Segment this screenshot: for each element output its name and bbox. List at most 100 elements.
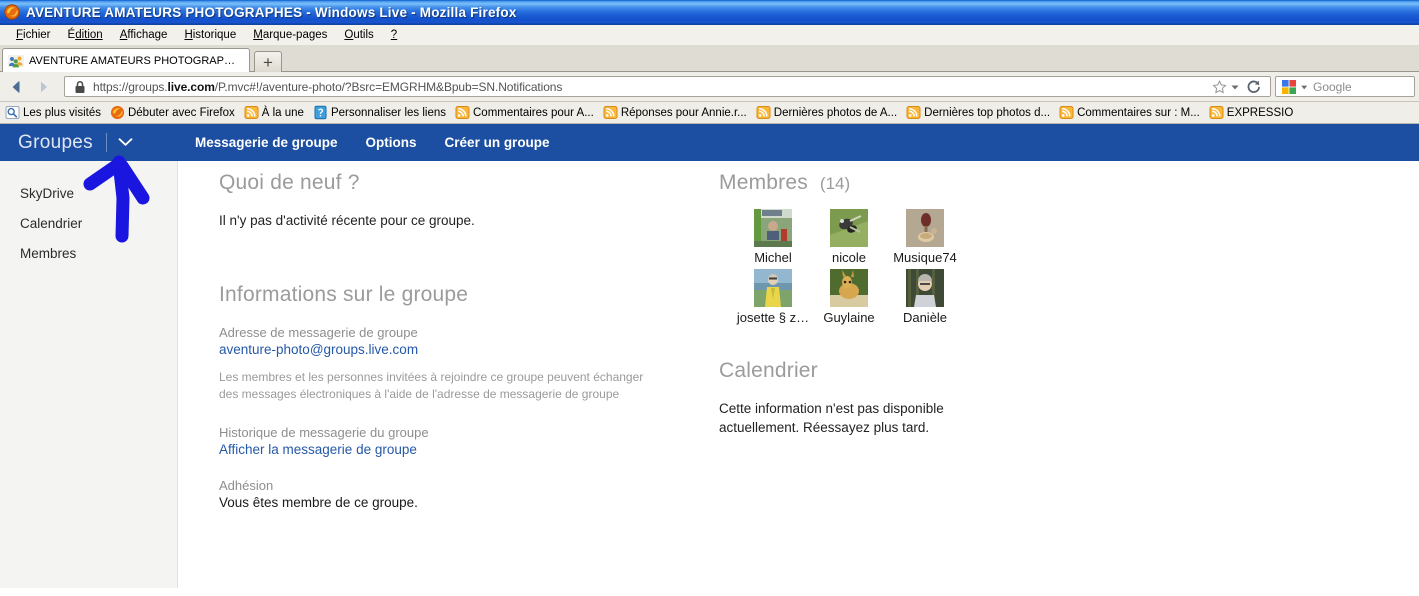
whats-new-heading: Quoi de neuf ? bbox=[219, 171, 360, 194]
bookmark-personnaliser-les-liens[interactable]: Personnaliser les liens bbox=[313, 105, 446, 120]
back-button[interactable] bbox=[4, 75, 30, 99]
content-right-column: Membres (14) Michel nicole Musique74 jos… bbox=[719, 161, 1139, 437]
avatar bbox=[830, 209, 868, 247]
sidebar-item-skydrive[interactable]: SkyDrive bbox=[0, 179, 177, 209]
membership-value: Vous êtes membre de ce groupe. bbox=[219, 495, 418, 510]
bookmark-debuter-avec-firefox[interactable]: Débuter avec Firefox bbox=[110, 105, 235, 120]
menu-rest-historique: istorique bbox=[192, 28, 237, 41]
live-nav-items: Messagerie de groupe Options Créer un gr… bbox=[195, 135, 578, 150]
chevron-down-icon[interactable] bbox=[1229, 79, 1241, 95]
bookmark-expressio[interactable]: EXPRESSIO bbox=[1209, 105, 1293, 120]
page-viewport: Groupes Messagerie de groupe Options Cré… bbox=[0, 124, 1419, 588]
calendar-body: Cette information n'est pas disponible a… bbox=[719, 401, 944, 435]
nav-item-messagerie-de-groupe[interactable]: Messagerie de groupe bbox=[195, 135, 338, 150]
page-body: SkyDrive Calendrier Membres Quoi de neuf… bbox=[0, 155, 1419, 588]
bookmark-label: Commentaires pour A... bbox=[473, 106, 594, 119]
bookmark-les-plus-visites[interactable]: Les plus visités bbox=[5, 105, 101, 120]
chevron-down-icon[interactable] bbox=[118, 135, 133, 150]
bookmark-star-icon[interactable] bbox=[1211, 79, 1228, 95]
bookmark-a-la-une[interactable]: À la une bbox=[244, 105, 304, 120]
reload-icon[interactable] bbox=[1245, 79, 1263, 95]
members-heading: Membres bbox=[719, 171, 808, 194]
members-count: (14) bbox=[819, 174, 851, 193]
menu-accel-marque-pages: M bbox=[253, 28, 263, 41]
page-title: Groupes bbox=[18, 131, 93, 153]
member-card[interactable]: Musique74 bbox=[887, 209, 963, 265]
bookmark-commentaires-sur-m[interactable]: Commentaires sur : M... bbox=[1059, 105, 1200, 120]
bookmark-label: Les plus visités bbox=[23, 106, 101, 119]
url-bar[interactable]: https://groups.live.com/P.mvc#!/aventure… bbox=[64, 76, 1271, 97]
nav-item-creer-un-groupe[interactable]: Créer un groupe bbox=[445, 135, 550, 150]
window-title-main: AVENTURE AMATEURS PHOTOGRAPHES bbox=[26, 4, 303, 20]
bookmark-label: Commentaires sur : M... bbox=[1077, 106, 1200, 119]
rss-feed-icon bbox=[756, 105, 771, 120]
customize-links-icon bbox=[313, 105, 328, 120]
menu-accel-historique: H bbox=[184, 28, 193, 41]
member-card[interactable]: Guylaine bbox=[811, 269, 887, 325]
avatar bbox=[906, 209, 944, 247]
member-name: Musique74 bbox=[893, 250, 957, 265]
lock-icon bbox=[72, 79, 88, 95]
menu-item-marque-pages[interactable]: Marque-pages bbox=[245, 28, 336, 43]
new-tab-button[interactable]: + bbox=[254, 51, 282, 72]
members-grid: Michel nicole Musique74 josette § z… Guy… bbox=[735, 209, 975, 325]
menu-rest-marque-pages: arque-pages bbox=[262, 28, 328, 41]
menu-item-fichier[interactable]: Fichier bbox=[8, 28, 60, 43]
window-titlebar: AVENTURE AMATEURS PHOTOGRAPHES - Windows… bbox=[0, 0, 1419, 25]
menu-item-edition[interactable]: Édition bbox=[60, 28, 112, 43]
menu-item-outils[interactable]: Outils bbox=[336, 28, 382, 43]
group-email-help: Les membres et les personnes invitées à … bbox=[219, 370, 644, 401]
group-email-label: Adresse de messagerie de groupe bbox=[219, 325, 418, 340]
calendar-heading: Calendrier bbox=[719, 359, 818, 382]
menu-item-affichage[interactable]: Affichage bbox=[112, 28, 177, 43]
bookmark-dernieres-top-photos[interactable]: Dernières top photos d... bbox=[906, 105, 1050, 120]
member-card[interactable]: Danièle bbox=[887, 269, 963, 325]
sidebar-item-calendrier[interactable]: Calendrier bbox=[0, 209, 177, 239]
bookmark-label: Dernières photos de A... bbox=[773, 106, 898, 119]
main-content: Quoi de neuf ? Il n'y pas d'activité réc… bbox=[178, 161, 1419, 588]
menu-item-historique[interactable]: Historique bbox=[176, 28, 245, 43]
member-card[interactable]: nicole bbox=[811, 209, 887, 265]
bookmark-commentaires-pour-a[interactable]: Commentaires pour A... bbox=[455, 105, 594, 120]
group-history-link[interactable]: Afficher la messagerie de groupe bbox=[219, 442, 669, 457]
menu-accel-help: ? bbox=[390, 28, 398, 41]
firefox-icon bbox=[4, 4, 20, 20]
member-card[interactable]: Michel bbox=[735, 209, 811, 265]
browser-tab-active[interactable]: AVENTURE AMATEURS PHOTOGRAPHES - W... bbox=[2, 48, 250, 72]
menu-rest-fichier: ichier bbox=[23, 28, 51, 41]
menu-item-help[interactable]: ? bbox=[383, 28, 406, 43]
tab-title: AVENTURE AMATEURS PHOTOGRAPHES - W... bbox=[29, 54, 241, 67]
whats-new-body: Il n'y pas d'activité récente pour ce gr… bbox=[219, 213, 475, 228]
group-email-link[interactable]: aventure-photo@groups.live.com bbox=[219, 342, 669, 357]
bookmark-dernieres-photos-de-a[interactable]: Dernières photos de A... bbox=[756, 105, 897, 120]
group-info-heading: Informations sur le groupe bbox=[219, 283, 469, 306]
groupes-brand[interactable]: Groupes bbox=[0, 132, 133, 154]
nav-item-options[interactable]: Options bbox=[366, 135, 417, 150]
avatar bbox=[906, 269, 944, 307]
member-name: josette § z… bbox=[736, 310, 810, 325]
firefox-icon bbox=[110, 105, 125, 120]
sidebar-item-membres[interactable]: Membres bbox=[0, 239, 177, 269]
google-icon bbox=[1281, 79, 1297, 95]
avatar bbox=[830, 269, 868, 307]
forward-button[interactable] bbox=[30, 75, 56, 99]
menu-rest-affichage: ffichage bbox=[127, 28, 168, 41]
url-suffix: /P.mvc#!/aventure-photo/?Bsrc=EMGRHM&Bpu… bbox=[214, 79, 563, 94]
member-name: Danièle bbox=[902, 310, 948, 325]
group-people-icon bbox=[8, 53, 24, 69]
members-header: Membres (14) bbox=[719, 171, 1139, 195]
search-engine-chevron-icon[interactable] bbox=[1299, 79, 1310, 95]
rss-feed-icon bbox=[455, 105, 470, 120]
window-title-rest: - Windows Live - Mozilla Firefox bbox=[302, 4, 517, 20]
bookmark-reponses-pour-annie[interactable]: Réponses pour Annie.r... bbox=[603, 105, 747, 120]
bookmark-label: Réponses pour Annie.r... bbox=[620, 106, 747, 119]
bookmark-label: Dernières top photos d... bbox=[924, 106, 1051, 119]
member-card[interactable]: josette § z… bbox=[735, 269, 811, 325]
rss-feed-icon bbox=[1209, 105, 1224, 120]
search-input[interactable]: Google bbox=[1313, 80, 1352, 94]
bookmark-label: À la une bbox=[261, 106, 304, 119]
search-bar[interactable]: Google bbox=[1275, 76, 1415, 97]
window-title: AVENTURE AMATEURS PHOTOGRAPHES - Windows… bbox=[26, 5, 517, 20]
tab-strip: AVENTURE AMATEURS PHOTOGRAPHES - W... + bbox=[0, 45, 1419, 72]
url-bar-actions bbox=[1211, 79, 1268, 95]
